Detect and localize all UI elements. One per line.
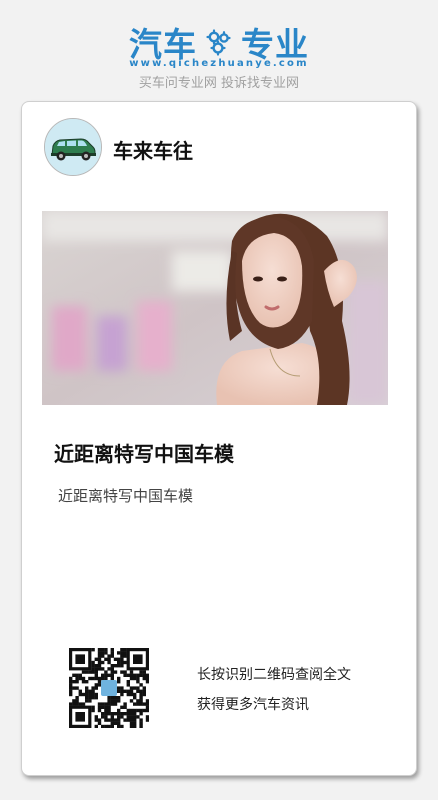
qr-code-icon	[69, 648, 150, 729]
article-photo[interactable]	[42, 211, 388, 405]
brand-url[interactable]: www.qichezhuanye.com	[0, 58, 438, 69]
article-summary: 近距离特写中国车模	[58, 487, 194, 505]
article-card: 车来车往 近距离特写中国车模 近距离特写中国车模 长按识别二维码查阅全文 获得更…	[21, 101, 417, 776]
brand-slogan: 买车问专业网 投诉找专业网	[138, 76, 300, 91]
author-name[interactable]: 车来车往	[113, 135, 193, 164]
gears-icon	[206, 29, 231, 56]
photo-image	[42, 211, 388, 405]
green-car-icon	[45, 119, 101, 175]
brand-header: 汽车 专业 www.qichezhuanye.com 买车问专业网 投诉找专业网	[0, 0, 438, 96]
qr-instruction: 长按识别二维码查阅全文	[197, 667, 351, 683]
author-avatar[interactable]	[44, 118, 102, 176]
qr-subtext: 获得更多汽车资讯	[197, 697, 309, 713]
article-title[interactable]: 近距离特写中国车模	[54, 438, 234, 467]
qr-code[interactable]	[69, 648, 150, 729]
